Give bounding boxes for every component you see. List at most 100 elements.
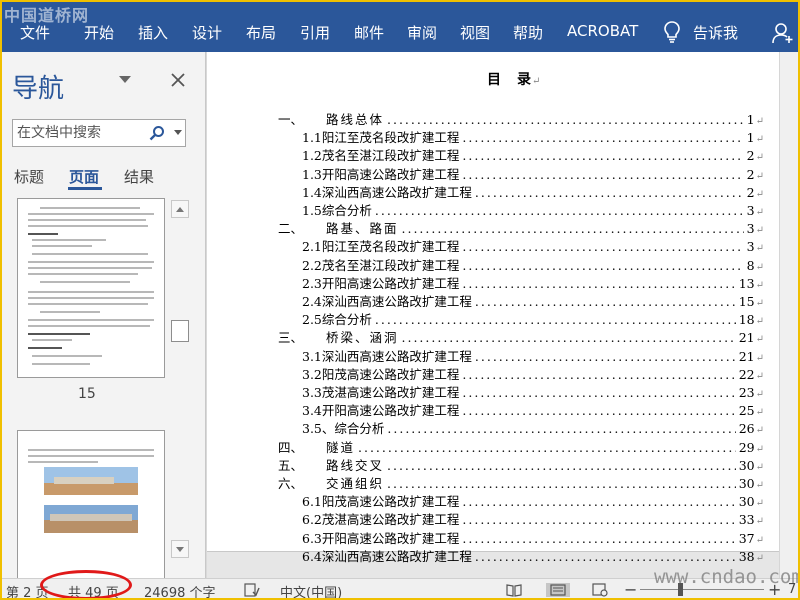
tab-view[interactable]: 视图 bbox=[460, 22, 490, 43]
page-indicator[interactable]: 第 2 页 bbox=[6, 582, 49, 600]
toc-section-entry[interactable]: 1.4深汕西高速公路改扩建工程 2↵ bbox=[302, 182, 764, 200]
tab-headings[interactable]: 标题 bbox=[14, 166, 44, 187]
paragraph-mark: ↵ bbox=[755, 552, 764, 564]
close-icon[interactable] bbox=[170, 72, 186, 88]
tab-design[interactable]: 设计 bbox=[192, 22, 222, 43]
tab-pages[interactable]: 页面 bbox=[69, 166, 99, 187]
toc-section-entry[interactable]: 3.4开阳高速公路改扩建工程 25↵ bbox=[302, 400, 764, 418]
web-layout-icon[interactable] bbox=[592, 583, 608, 597]
search-icon[interactable] bbox=[149, 125, 165, 141]
tab-references[interactable]: 引用 bbox=[300, 22, 330, 43]
toc-leader-dots bbox=[402, 330, 736, 345]
page-thumbnail[interactable] bbox=[17, 198, 165, 378]
tab-results[interactable]: 结果 bbox=[124, 166, 154, 187]
toc-chapter-entry[interactable]: 六、 交通组织 30↵ bbox=[278, 473, 764, 491]
toc-chapter-entry[interactable]: 五、 路线交叉 30↵ bbox=[278, 455, 764, 473]
toc-leader-dots bbox=[462, 167, 743, 182]
toc-section-entry[interactable]: 6.3开阳高速公路改扩建工程 37↵ bbox=[302, 528, 764, 546]
toc-section-entry[interactable]: 2.4深汕西高速公路改扩建工程 15↵ bbox=[302, 291, 764, 309]
tab-file[interactable]: 文件 bbox=[20, 22, 50, 43]
page-count[interactable]: 共 49 页 bbox=[68, 582, 119, 600]
toc-section-entry[interactable]: 6.4深汕西高速公路改扩建工程 38↵ bbox=[302, 546, 764, 564]
toc-page-number: 21 bbox=[738, 348, 755, 364]
toc-page-number: 37 bbox=[738, 530, 755, 546]
toc-leader-dots bbox=[462, 494, 735, 509]
toc-section-entry[interactable]: 1.5综合分析 3↵ bbox=[302, 200, 764, 218]
toc-number: 6.3 bbox=[302, 530, 322, 546]
toc-section-entry[interactable]: 3.1深汕西高速公路改扩建工程 21↵ bbox=[302, 346, 764, 364]
paragraph-mark: ↵ bbox=[755, 389, 764, 400]
print-layout-icon[interactable] bbox=[546, 583, 570, 597]
toc-section-entry[interactable]: 2.3开阳高速公路改扩建工程 13↵ bbox=[302, 273, 764, 291]
toc-text: 茂湛高速公路改扩建工程 bbox=[321, 512, 460, 528]
chevron-down-icon[interactable] bbox=[118, 74, 132, 86]
toc-leader-dots bbox=[462, 276, 735, 291]
toc-number: 1.5 bbox=[302, 203, 322, 218]
toc-section-entry[interactable]: 2.5综合分析 18↵ bbox=[302, 309, 764, 327]
scroll-down-button[interactable] bbox=[171, 540, 189, 558]
zoom-out-button[interactable]: − bbox=[624, 580, 637, 599]
chevron-down-icon bbox=[176, 547, 184, 552]
toc-number: 四、 bbox=[278, 439, 304, 455]
search-input[interactable] bbox=[13, 120, 147, 146]
zoom-slider-track[interactable] bbox=[640, 589, 764, 590]
paragraph-mark: ↵ bbox=[755, 134, 764, 146]
search-options-chevron-icon[interactable] bbox=[174, 130, 182, 136]
word-count[interactable]: 24698 个字 bbox=[144, 582, 216, 600]
toc-number: 六、 bbox=[278, 476, 304, 491]
toc-number: 6.2 bbox=[302, 512, 322, 528]
lightbulb-icon[interactable] bbox=[663, 20, 681, 44]
tab-help[interactable]: 帮助 bbox=[513, 22, 543, 43]
share-person-icon[interactable] bbox=[772, 22, 794, 44]
read-mode-icon[interactable] bbox=[506, 583, 522, 597]
toc-page-number: 29 bbox=[738, 439, 755, 455]
toc-number: 一、 bbox=[278, 112, 304, 127]
toc-section-entry[interactable]: 2.2茂名至湛江段改扩建工程 8↵ bbox=[302, 255, 764, 273]
document-area: 目 录 ↵ 一、路线总体1↵1.1阳江至茂名段改扩建工程1↵1.2茂名至湛江段改扩… bbox=[207, 52, 800, 578]
toc-chapter-entry[interactable]: 三、 桥梁、涵洞 21↵ bbox=[278, 327, 764, 345]
toc-section-entry[interactable]: 6.2茂湛高速公路改扩建工程 33↵ bbox=[302, 509, 764, 527]
toc-page-number: 1 bbox=[746, 130, 755, 146]
tab-mailings[interactable]: 邮件 bbox=[354, 22, 384, 43]
tab-acrobat[interactable]: ACROBAT bbox=[567, 22, 638, 40]
toc-leader-dots bbox=[475, 549, 736, 564]
toc-section-entry[interactable]: 3.2阳茂高速公路改扩建工程 22↵ bbox=[302, 364, 764, 382]
toc-text: 桥梁、涵洞 bbox=[326, 330, 399, 346]
paragraph-mark: ↵ bbox=[755, 370, 764, 382]
toc-leader-dots bbox=[462, 531, 735, 546]
toc-title-text: 目 录 bbox=[487, 72, 532, 88]
page-thumbnail[interactable] bbox=[17, 430, 165, 578]
toc-text: 阳茂高速公路改扩建工程 bbox=[321, 494, 460, 510]
toc-section-entry[interactable]: 1.2茂名至湛江段改扩建工程 2↵ bbox=[302, 145, 764, 163]
toc-section-entry[interactable]: 3.3茂湛高速公路改扩建工程 23↵ bbox=[302, 382, 764, 400]
toc-chapter-entry[interactable]: 一、 路线总体 1↵ bbox=[278, 109, 764, 127]
thumbnail-photo-image bbox=[44, 467, 138, 495]
tab-review[interactable]: 审阅 bbox=[407, 22, 437, 43]
document-page[interactable]: 目 录 ↵ 一、路线总体1↵1.1阳江至茂名段改扩建工程1↵1.2茂名至湛江段改扩… bbox=[207, 52, 779, 564]
tell-me-label[interactable]: 告诉我 bbox=[693, 22, 738, 43]
thumbnail-scrollbar[interactable] bbox=[171, 200, 191, 562]
tab-home[interactable]: 开始 bbox=[84, 22, 114, 43]
language-indicator[interactable]: 中文(中国) bbox=[280, 582, 342, 600]
toc-page-number: 15 bbox=[738, 294, 755, 309]
toc-section-entry[interactable]: 3.5、综合分析 26↵ bbox=[302, 418, 764, 436]
toc-section-entry[interactable]: 1.1阳江至茂名段改扩建工程 1↵ bbox=[302, 127, 764, 145]
tab-layout[interactable]: 布局 bbox=[246, 22, 276, 43]
toc-leader-dots bbox=[462, 512, 735, 527]
toc-section-entry[interactable]: 6.1阳茂高速公路改扩建工程 30↵ bbox=[302, 491, 764, 509]
toc-page-number: 2 bbox=[746, 184, 755, 200]
scroll-thumb[interactable] bbox=[171, 320, 189, 342]
toc-chapter-entry[interactable]: 四、 隧道 29↵ bbox=[278, 437, 764, 455]
toc-section-entry[interactable]: 2.1阳江至茂名段改扩建工程 3↵ bbox=[302, 236, 764, 254]
toc-number: 3.2 bbox=[302, 366, 322, 382]
toc-chapter-entry[interactable]: 二、 路基、路面 3↵ bbox=[278, 218, 764, 236]
paragraph-mark: ↵ bbox=[755, 316, 764, 328]
paragraph-mark: ↵ bbox=[755, 152, 764, 164]
toc-section-entry[interactable]: 1.3开阳高速公路改扩建工程 2↵ bbox=[302, 164, 764, 182]
paragraph-mark: ↵ bbox=[755, 516, 764, 528]
document-scrollbar[interactable] bbox=[779, 52, 800, 578]
toc-text: 综合分析 bbox=[334, 421, 385, 437]
proofing-icon[interactable] bbox=[244, 583, 260, 597]
scroll-up-button[interactable] bbox=[171, 200, 189, 218]
tab-insert[interactable]: 插入 bbox=[138, 22, 168, 43]
